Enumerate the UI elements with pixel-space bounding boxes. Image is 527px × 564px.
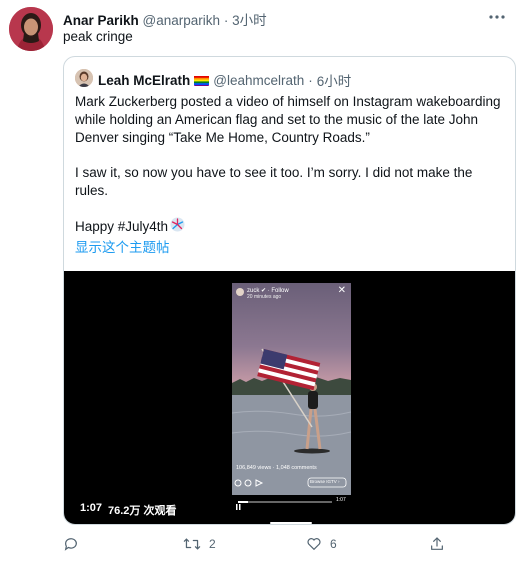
quote-header: Leah McElrath @leahmcelrath · 6小时	[98, 70, 351, 90]
quote-paragraph-2: I saw it, so now you have to see it too.…	[75, 165, 473, 198]
reply-button[interactable]	[63, 536, 79, 552]
quote-paragraph-3: Happy #July4th	[75, 217, 507, 237]
quote-author-handle[interactable]: @leahmcelrath	[213, 73, 304, 88]
quote-separator: ·	[308, 72, 313, 88]
video-view-count: 76.2万 次观看	[108, 505, 177, 517]
like-count: 6	[330, 537, 337, 551]
quote-author-name[interactable]: Leah McElrath	[98, 73, 190, 88]
reply-icon	[64, 538, 77, 551]
retweet-icon	[183, 538, 201, 550]
ig-seekbar[interactable]	[238, 501, 332, 503]
share-button[interactable]	[429, 536, 445, 552]
tweet[interactable]: Anar Parikh @anarparikh · 3小时 peak cring…	[0, 0, 527, 564]
tweet-header: Anar Parikh @anarparikh · 3小时	[63, 9, 267, 29]
video-duration: 1:07	[80, 502, 103, 514]
retweet-button[interactable]: 2	[183, 536, 216, 552]
like-button[interactable]: 6	[306, 536, 337, 552]
tweet-time[interactable]: 3小时	[232, 13, 267, 28]
video-progress-line	[270, 522, 312, 524]
quote-author-avatar[interactable]	[75, 69, 93, 87]
ig-close-icon[interactable]: ✕	[338, 285, 346, 296]
header-separator: ·	[223, 13, 229, 28]
show-thread-link[interactable]: 显示这个主题帖	[75, 239, 507, 257]
rainbow-flag-icon	[194, 75, 210, 86]
share-icon	[431, 537, 443, 550]
ig-time-label: 20 minutes ago	[247, 294, 282, 300]
author-avatar[interactable]	[9, 7, 53, 51]
quote-time[interactable]: 6小时	[317, 70, 352, 90]
retweet-count: 2	[209, 537, 216, 551]
heart-icon	[307, 538, 321, 551]
fireworks-icon	[170, 217, 185, 237]
video-frame: zuck ✔ · Follow 20 minutes ago ✕ 106,849…	[232, 283, 351, 495]
quote-text: Mark Zuckerberg posted a video of himsel…	[75, 93, 507, 257]
tweet-text: peak cringe	[63, 29, 133, 44]
hashtag-text: Happy #July4th	[75, 219, 169, 234]
video-player[interactable]: zuck ✔ · Follow 20 minutes ago ✕ 106,849…	[64, 271, 515, 524]
author-handle[interactable]: @anarparikh	[143, 13, 221, 28]
ig-elapsed: 1:07	[336, 497, 346, 503]
author-name[interactable]: Anar Parikh	[63, 13, 139, 28]
action-bar: 2 6	[63, 536, 463, 556]
ig-user-label: zuck ✔ · Follow	[247, 288, 289, 294]
more-icon	[489, 15, 505, 19]
more-options-button[interactable]	[486, 6, 508, 28]
quote-paragraph-1: Mark Zuckerberg posted a video of himsel…	[75, 94, 501, 145]
ig-browse-button[interactable]: Browse IGTV ›	[310, 479, 340, 484]
ig-views-label: 106,849 views · 1,048 comments	[236, 465, 317, 471]
quoted-tweet[interactable]: Leah McElrath @leahmcelrath · 6小时 Mark Z…	[63, 56, 516, 525]
